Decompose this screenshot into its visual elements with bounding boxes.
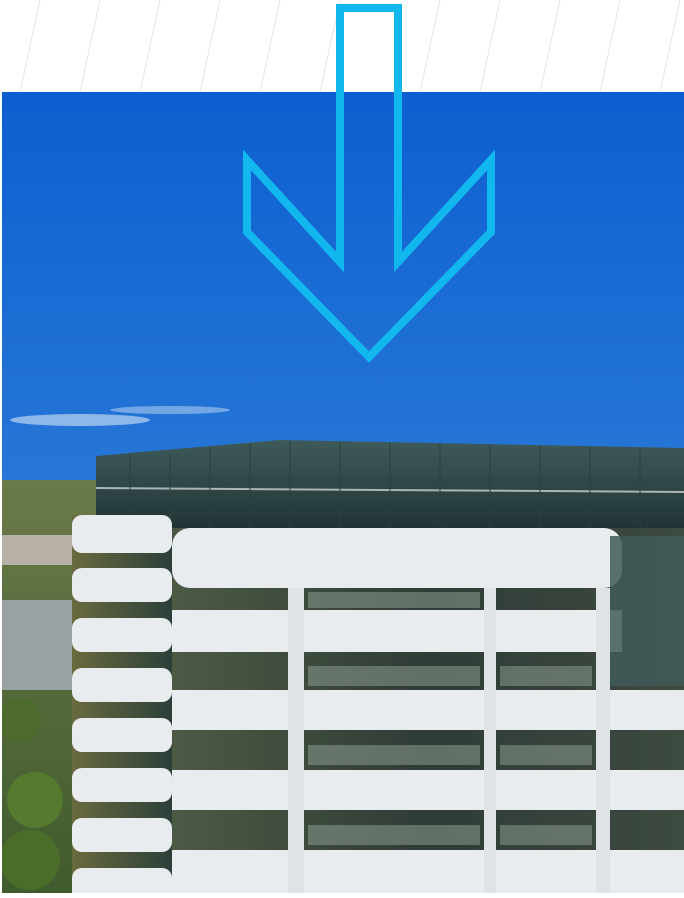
- tree: [7, 772, 63, 828]
- background-hatch: [19, 0, 681, 93]
- hero-svg: [2, 0, 684, 893]
- distant-buildings: [2, 535, 72, 565]
- parking-lot: [2, 600, 72, 690]
- tree: [2, 698, 42, 742]
- tree: [2, 830, 60, 890]
- cloud: [110, 406, 230, 414]
- hero-graphic: [0, 0, 684, 893]
- right-glass-panel: [610, 536, 684, 686]
- cloud: [10, 414, 150, 426]
